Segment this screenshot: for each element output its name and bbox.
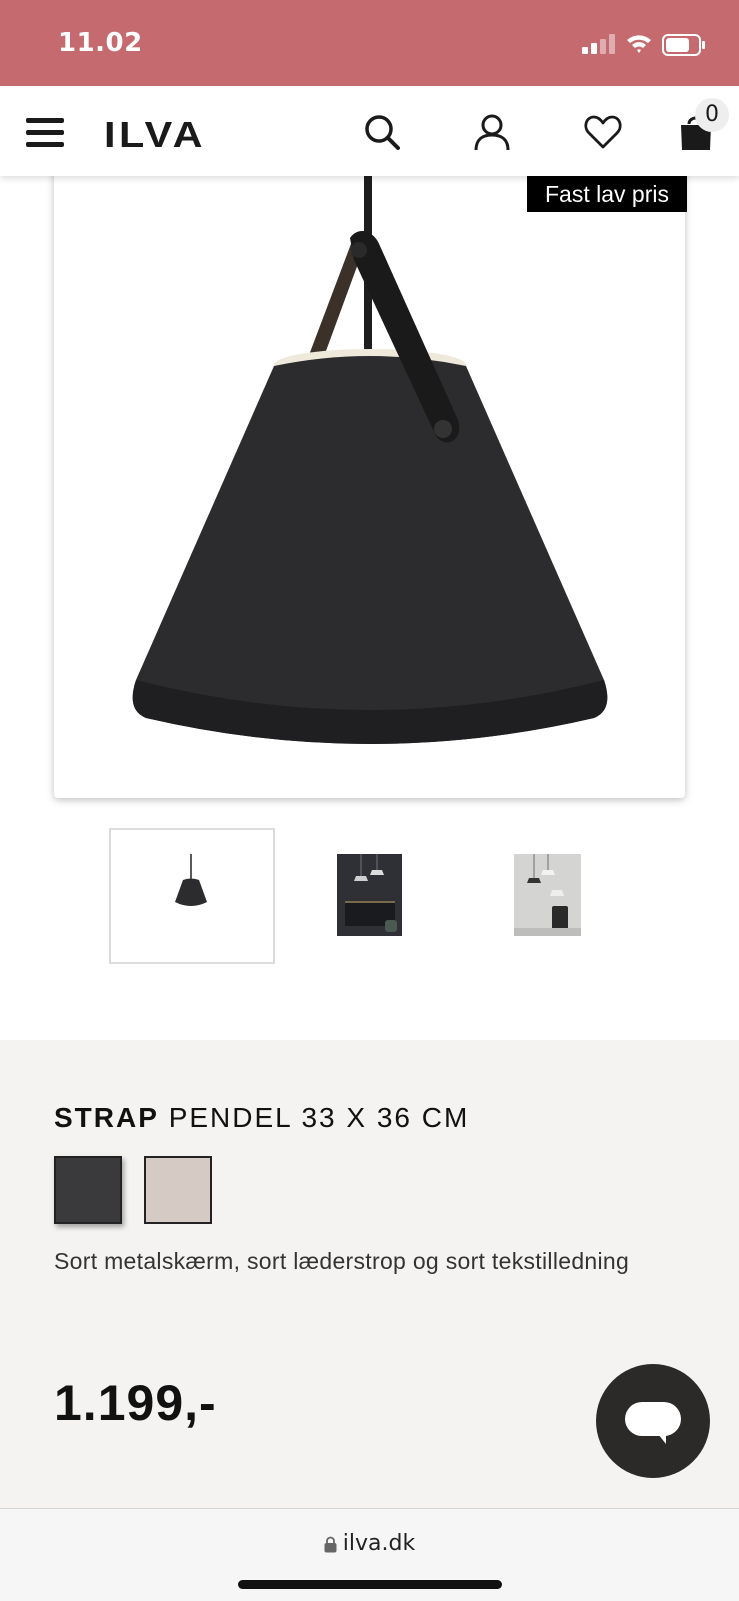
thumbnail-room-light-image [514,854,581,936]
ilva-logo[interactable]: ILVA [104,114,206,156]
thumbnail-room-dark[interactable] [337,854,402,936]
thumbnail-room-light[interactable] [514,854,581,936]
product-price: 1.199,- [54,1375,217,1431]
menu-icon[interactable] [26,118,64,148]
thumbnail-lamp-image [175,854,207,906]
url-text: ilva.dk [342,1531,416,1556]
product-variant-description: Sort metalskærm, sort læderstrop og sort… [54,1248,630,1274]
heart-icon[interactable] [583,112,623,152]
product-brand: STRAP [54,1102,159,1133]
chat-bubble-icon [625,1402,681,1444]
site-header: ILVA [0,86,739,176]
wifi-icon [627,35,651,53]
product-title: STRAP PENDEL 33 X 36 CM [54,1102,469,1134]
fast-low-price-badge: Fast lav pris [527,176,687,212]
search-icon[interactable] [362,112,402,152]
color-swatch-sand[interactable] [144,1156,212,1224]
product-image-card[interactable] [54,150,685,798]
lock-icon [324,1536,337,1552]
cart-count-badge[interactable]: 0 [695,98,729,132]
home-indicator [238,1580,502,1589]
cellular-signal-icon [582,34,615,54]
product-name: PENDEL 33 X 36 CM [168,1102,470,1133]
thumbnail-room-dark-image [337,854,402,936]
thumbnail-product[interactable] [109,828,275,964]
status-bar: 11.02 [0,0,739,86]
product-image-pendant-lamp [132,176,608,744]
status-time: 11.02 [58,28,143,58]
chat-button[interactable] [596,1364,710,1478]
battery-icon [662,34,705,56]
color-swatch-black[interactable] [54,1156,122,1224]
browser-address-bar[interactable]: ilva.dk [0,1508,739,1601]
url-display[interactable]: ilva.dk [0,1531,739,1556]
account-icon[interactable] [472,112,512,152]
